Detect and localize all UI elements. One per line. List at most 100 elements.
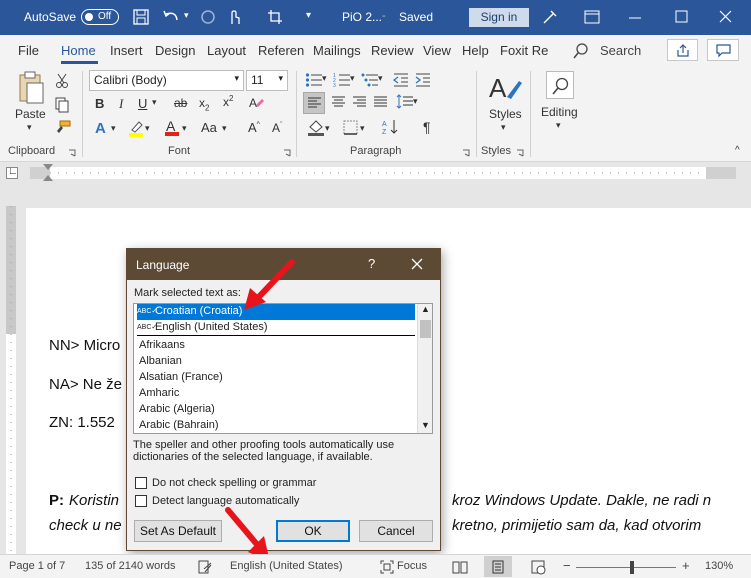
tab-selector[interactable]: ∟ bbox=[6, 166, 18, 179]
change-case-dropdown-icon[interactable]: ▾ bbox=[222, 123, 227, 134]
search-icon[interactable] bbox=[573, 43, 589, 59]
highlight-dropdown-icon[interactable]: ▾ bbox=[145, 123, 150, 134]
grow-font-icon[interactable]: A^ bbox=[248, 120, 260, 135]
font-color-dropdown-icon[interactable]: ▾ bbox=[182, 123, 187, 134]
tab-design[interactable]: Design bbox=[155, 43, 195, 58]
editing-icon-box[interactable] bbox=[546, 71, 574, 99]
increase-indent-icon[interactable] bbox=[415, 72, 431, 88]
web-layout-icon[interactable] bbox=[531, 560, 546, 575]
paste-label[interactable]: Paste bbox=[15, 107, 46, 121]
line-spacing-dropdown-icon[interactable]: ▾ bbox=[413, 96, 418, 107]
align-left-button[interactable] bbox=[303, 92, 325, 114]
zoom-slider-thumb[interactable] bbox=[630, 561, 634, 574]
tab-layout[interactable]: Layout bbox=[207, 43, 246, 58]
justify-icon[interactable] bbox=[373, 95, 388, 109]
cut-icon[interactable] bbox=[55, 73, 69, 89]
zoom-in-icon[interactable]: + bbox=[682, 558, 690, 573]
superscript-icon[interactable]: x2 bbox=[223, 94, 233, 109]
shrink-font-icon[interactable]: Aˇ bbox=[272, 121, 282, 135]
scroll-down-icon[interactable]: ▼ bbox=[421, 420, 430, 430]
save-icon[interactable] bbox=[133, 9, 149, 25]
styles-dropdown-icon[interactable]: ▾ bbox=[501, 122, 506, 133]
copy-icon[interactable] bbox=[55, 97, 69, 113]
shading-dropdown-icon[interactable]: ▾ bbox=[325, 123, 330, 134]
word-count[interactable]: 135 of 2140 words bbox=[85, 560, 176, 572]
zoom-slider-track[interactable] bbox=[576, 567, 676, 568]
align-center-icon[interactable] bbox=[331, 95, 346, 109]
clear-formatting-icon[interactable]: A bbox=[248, 95, 264, 111]
ribbon-display-icon[interactable] bbox=[584, 10, 600, 24]
scroll-up-icon[interactable]: ▲ bbox=[421, 304, 430, 314]
tab-view[interactable]: View bbox=[423, 43, 451, 58]
crop-icon[interactable] bbox=[267, 9, 283, 25]
list-item[interactable]: Arabic (Algeria) bbox=[137, 402, 415, 418]
tab-foxit[interactable]: Foxit Re bbox=[500, 43, 548, 58]
tab-review[interactable]: Review bbox=[371, 43, 414, 58]
focus-icon[interactable] bbox=[380, 560, 394, 574]
list-item[interactable]: Albanian bbox=[137, 354, 415, 370]
language-list[interactable]: ABC✓ Croatian (Croatia) ABC✓ English (Un… bbox=[133, 303, 433, 434]
shading-icon[interactable] bbox=[307, 118, 325, 136]
coauthor-icon[interactable] bbox=[541, 8, 559, 26]
search-label[interactable]: Search bbox=[600, 43, 641, 58]
styles-label[interactable]: Styles bbox=[489, 107, 522, 121]
clipboard-launcher-icon[interactable] bbox=[68, 149, 76, 157]
tab-references[interactable]: Referen bbox=[258, 43, 304, 58]
subscript-icon[interactable]: x2 bbox=[199, 96, 209, 112]
language-status[interactable]: English (United States) bbox=[230, 560, 343, 572]
editing-label[interactable]: Editing bbox=[541, 105, 578, 119]
list-item[interactable]: Alsatian (France) bbox=[137, 370, 415, 386]
strikethrough-icon[interactable]: ab bbox=[174, 96, 187, 110]
borders-dropdown-icon[interactable]: ▾ bbox=[360, 123, 365, 134]
format-painter-icon[interactable] bbox=[55, 120, 71, 134]
customize-toolbar-icon[interactable]: ▾ bbox=[306, 10, 311, 21]
share-button[interactable] bbox=[667, 39, 698, 61]
minimize-icon[interactable] bbox=[628, 10, 642, 24]
highlight-icon[interactable] bbox=[128, 119, 144, 137]
decrease-indent-icon[interactable] bbox=[393, 72, 409, 88]
maximize-icon[interactable] bbox=[675, 10, 689, 24]
tab-file[interactable]: File bbox=[18, 43, 39, 58]
list-item[interactable]: Afrikaans bbox=[137, 338, 415, 354]
autosave-toggle[interactable]: Off bbox=[81, 9, 119, 25]
change-case-icon[interactable]: Aa bbox=[201, 120, 217, 135]
bullets-icon[interactable] bbox=[305, 72, 323, 88]
undo-icon[interactable] bbox=[162, 9, 182, 25]
list-item[interactable]: ABC✓ English (United States) bbox=[137, 320, 415, 336]
list-item[interactable]: Amharic bbox=[137, 386, 415, 402]
help-button[interactable]: ? bbox=[368, 256, 375, 271]
tab-home[interactable]: Home bbox=[61, 43, 96, 58]
sort-icon[interactable]: AZ bbox=[382, 118, 400, 136]
do-not-check-checkbox[interactable] bbox=[135, 477, 147, 489]
numbering-icon[interactable]: 123 bbox=[333, 72, 351, 88]
styles-icon[interactable]: A bbox=[489, 71, 523, 103]
paste-icon[interactable] bbox=[17, 71, 45, 105]
cancel-button[interactable]: Cancel bbox=[359, 520, 433, 542]
styles-launcher-icon[interactable] bbox=[516, 149, 524, 157]
zoom-out-icon[interactable]: − bbox=[563, 558, 571, 573]
print-layout-button[interactable] bbox=[484, 556, 512, 577]
touch-mode-icon[interactable] bbox=[226, 8, 242, 26]
sign-in-button[interactable]: Sign in bbox=[469, 8, 529, 27]
underline-icon[interactable]: U bbox=[138, 96, 147, 111]
redo-icon[interactable] bbox=[200, 9, 216, 25]
read-mode-icon[interactable] bbox=[452, 560, 468, 574]
scroll-thumb[interactable] bbox=[420, 320, 431, 338]
font-launcher-icon[interactable] bbox=[283, 149, 291, 157]
italic-icon[interactable]: I bbox=[119, 96, 123, 112]
underline-dropdown-icon[interactable]: ▾ bbox=[152, 97, 157, 108]
collapse-ribbon-icon[interactable]: ^ bbox=[735, 145, 740, 156]
zoom-level[interactable]: 130% bbox=[705, 560, 733, 572]
borders-icon[interactable] bbox=[343, 120, 358, 135]
font-name-combo[interactable]: Calibri (Body) ▾ bbox=[89, 70, 244, 91]
ok-button[interactable]: OK bbox=[276, 520, 350, 542]
page-count[interactable]: Page 1 of 7 bbox=[9, 560, 65, 572]
proofing-icon[interactable] bbox=[198, 560, 212, 574]
tab-help[interactable]: Help bbox=[462, 43, 489, 58]
detect-language-checkbox[interactable] bbox=[135, 495, 147, 507]
font-color-icon[interactable]: A bbox=[165, 118, 179, 136]
close-window-icon[interactable] bbox=[719, 10, 733, 24]
text-effects-dropdown-icon[interactable]: ▾ bbox=[111, 123, 116, 134]
list-item[interactable]: Arabic (Bahrain) bbox=[137, 418, 415, 433]
paragraph-launcher-icon[interactable] bbox=[462, 149, 470, 157]
